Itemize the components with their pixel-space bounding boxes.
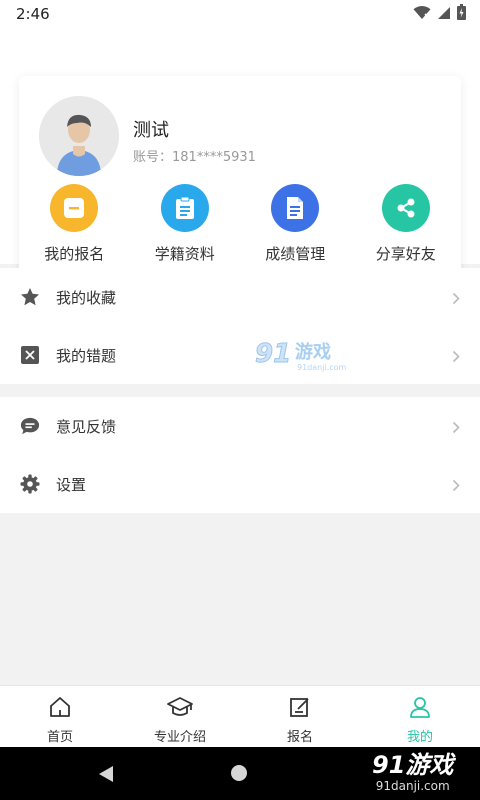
avatar[interactable] bbox=[39, 96, 119, 176]
bottom-nav: 首页 专业介绍 报名 我的 bbox=[0, 685, 480, 747]
menu-group-system: 意见反馈 设置 bbox=[0, 397, 480, 513]
document-icon bbox=[271, 184, 320, 232]
status-icons bbox=[413, 4, 466, 24]
brand-name: 91游戏 bbox=[372, 751, 454, 779]
home-button[interactable] bbox=[231, 765, 247, 781]
default-avatar-icon bbox=[39, 96, 119, 176]
chevron-right-icon bbox=[452, 348, 460, 367]
menu-label: 我的错题 bbox=[56, 346, 117, 365]
tab-register[interactable]: 报名 bbox=[240, 686, 360, 747]
action-student-records[interactable]: 学籍资料 bbox=[130, 184, 241, 264]
brand-domain: 91danji.com bbox=[375, 779, 450, 793]
menu-item-feedback[interactable]: 意见反馈 bbox=[0, 397, 480, 455]
clipboard-icon bbox=[160, 184, 209, 232]
status-bar: 2:46 bbox=[0, 0, 480, 28]
menu-item-settings[interactable]: 设置 bbox=[0, 455, 480, 513]
gear-icon bbox=[20, 474, 40, 494]
action-label: 我的报名 bbox=[44, 245, 105, 263]
action-share-friends[interactable]: 分享好友 bbox=[351, 184, 462, 264]
chevron-right-icon bbox=[452, 419, 460, 438]
account-label: 账号： bbox=[133, 150, 173, 165]
graduation-cap-icon bbox=[167, 696, 193, 722]
profile-card: 测试 账号：181****5931 我的报名 学籍资料 成绩管理 分享好友 bbox=[19, 76, 461, 278]
menu-item-mistakes[interactable]: 我的错题 bbox=[0, 326, 480, 384]
action-label: 学籍资料 bbox=[154, 245, 215, 263]
menu-label: 设置 bbox=[56, 475, 87, 494]
account-value: 181****5931 bbox=[172, 150, 256, 165]
tab-majors[interactable]: 专业介绍 bbox=[120, 686, 240, 747]
action-label: 分享好友 bbox=[375, 245, 436, 263]
system-nav-bar: 91游戏 91danji.com bbox=[0, 747, 480, 800]
watermark-brand: 91游戏 91danji.com bbox=[372, 751, 453, 793]
close-box-icon bbox=[20, 345, 40, 365]
home-icon bbox=[48, 696, 72, 722]
tab-label: 报名 bbox=[286, 730, 313, 745]
wifi-icon bbox=[413, 5, 431, 24]
menu-group-study: 我的收藏 我的错题 bbox=[0, 268, 480, 384]
action-label: 成绩管理 bbox=[265, 245, 326, 263]
chat-bubble-icon bbox=[20, 416, 40, 436]
menu-label: 意见反馈 bbox=[56, 417, 117, 436]
chevron-right-icon bbox=[452, 477, 460, 496]
action-my-registration[interactable]: 我的报名 bbox=[19, 184, 130, 264]
minus-box-icon bbox=[50, 184, 99, 232]
action-grade-management[interactable]: 成绩管理 bbox=[240, 184, 351, 264]
tab-label: 我的 bbox=[406, 730, 433, 745]
signal-icon bbox=[437, 5, 451, 24]
star-icon bbox=[20, 287, 40, 307]
profile-section: 测试 账号：181****5931 我的报名 学籍资料 成绩管理 分享好友 bbox=[0, 28, 480, 278]
tab-label: 首页 bbox=[46, 730, 73, 745]
tab-label: 专业介绍 bbox=[153, 730, 206, 745]
user-icon bbox=[409, 696, 431, 722]
chevron-right-icon bbox=[452, 290, 460, 309]
tab-home[interactable]: 首页 bbox=[0, 686, 120, 747]
back-icon[interactable] bbox=[97, 765, 115, 787]
status-time: 2:46 bbox=[16, 5, 50, 23]
tab-mine[interactable]: 我的 bbox=[360, 686, 480, 747]
user-name: 测试 bbox=[133, 120, 169, 141]
battery-icon bbox=[457, 4, 466, 24]
share-icon bbox=[381, 184, 430, 232]
edit-icon bbox=[289, 696, 311, 722]
quick-actions: 我的报名 学籍资料 成绩管理 分享好友 bbox=[19, 184, 461, 264]
user-account: 账号：181****5931 bbox=[133, 146, 256, 165]
menu-label: 我的收藏 bbox=[56, 288, 117, 307]
menu-item-favorites[interactable]: 我的收藏 bbox=[0, 268, 480, 326]
